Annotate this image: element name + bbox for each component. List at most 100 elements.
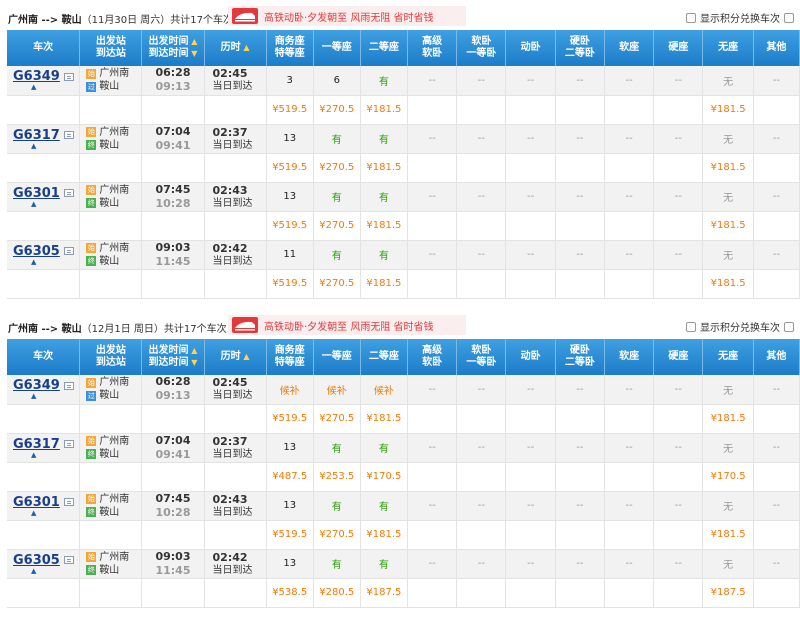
seat-availability[interactable]: 有 <box>360 240 408 270</box>
info-card-icon[interactable] <box>63 189 74 197</box>
info-card-icon[interactable] <box>63 381 74 390</box>
from-station: 广州南 <box>99 493 130 505</box>
arrival-time: 09:41 <box>155 447 191 461</box>
seat-availability[interactable]: 有 <box>313 491 361 521</box>
seat-availability[interactable]: 候补 <box>266 375 314 405</box>
seat-price <box>653 578 704 608</box>
expand-up-icon[interactable]: ▲ <box>31 509 79 517</box>
seat-price <box>555 404 605 434</box>
seat-availability[interactable]: 3 <box>266 66 314 96</box>
expand-up-icon[interactable]: ▲ <box>31 451 79 459</box>
seat-availability[interactable]: 有 <box>313 433 361 463</box>
info-card-icon[interactable] <box>63 498 74 506</box>
seat-availability[interactable]: 有 <box>313 182 361 212</box>
expand-up-icon[interactable]: ▲ <box>31 142 79 150</box>
sort-down-icon[interactable]: ▼ <box>189 358 197 367</box>
sort-up-icon[interactable]: ▲ <box>189 37 197 46</box>
info-card-icon[interactable] <box>63 247 74 255</box>
info-card-icon[interactable] <box>63 131 74 139</box>
seat-availability: -- <box>555 124 605 154</box>
train-table: 车次 出发站 到达站 出发时间 ▲ 到达时间 ▼ 历时 ▲ 商务座 特等座 一等座 二等座 高级 软卧… <box>7 30 800 299</box>
checkbox-right[interactable] <box>784 12 794 23</box>
price-spacer <box>204 462 267 492</box>
seat-availability[interactable]: 有 <box>313 240 361 270</box>
seat-availability[interactable]: 有 <box>360 491 408 521</box>
expand-up-icon[interactable]: ▲ <box>31 258 79 266</box>
train-no-link[interactable]: G6349 <box>13 69 60 84</box>
column-header[interactable]: 历时 ▲ <box>204 339 267 375</box>
train-no-link[interactable]: G6305 <box>13 553 60 568</box>
column-header[interactable]: 历时 ▲ <box>204 30 267 66</box>
train-no-link[interactable]: G6305 <box>13 244 60 259</box>
seat-availability[interactable]: 候补 <box>360 375 408 405</box>
checkbox-left[interactable] <box>686 12 696 23</box>
sort-down-icon[interactable]: ▼ <box>189 49 197 58</box>
seat-availability[interactable]: 11 <box>266 240 314 270</box>
train-no-link[interactable]: G6301 <box>13 186 60 201</box>
promo-banner[interactable]: 高铁动卧·夕发朝至 风雨无阻 省时省钱 <box>228 315 466 335</box>
column-header[interactable]: 出发时间 ▲ 到达时间 ▼ <box>141 30 205 66</box>
seat-availability[interactable]: 13 <box>266 549 314 579</box>
promo-banner[interactable]: 高铁动卧·夕发朝至 风雨无阻 省时省钱 <box>228 6 466 26</box>
info-card-icon[interactable] <box>63 556 74 564</box>
points-toggle[interactable]: 显示积分兑换车次 <box>686 10 794 25</box>
seat-price <box>753 211 800 241</box>
seat-availability[interactable]: 有 <box>313 549 361 579</box>
checkbox-right[interactable] <box>784 321 794 332</box>
seat-price: ¥181.5 <box>360 269 408 299</box>
seat-availability[interactable]: 有 <box>360 182 408 212</box>
expand-up-icon[interactable]: ▲ <box>31 200 79 208</box>
seat-availability[interactable]: 13 <box>266 491 314 521</box>
seat-availability[interactable]: 有 <box>360 66 408 96</box>
train-row: G6317 ▲ 始广州南终鞍山 07:04 09:41 02:37 当日到达 13 有有 -- --… <box>7 433 800 463</box>
seat-availability[interactable]: 13 <box>266 124 314 154</box>
seat-availability[interactable]: 候补 <box>313 375 361 405</box>
seat-price <box>407 462 458 492</box>
header-text: 动卧 <box>520 351 541 362</box>
checkbox-left[interactable] <box>686 321 696 332</box>
seat-price <box>505 95 556 125</box>
column-header[interactable]: 出发时间 ▲ 到达时间 ▼ <box>141 339 205 375</box>
column-header[interactable]: 出发站 到达站 <box>79 30 143 66</box>
points-toggle[interactable]: 显示积分兑换车次 <box>686 319 794 334</box>
seat-availability[interactable]: 13 <box>266 433 314 463</box>
price-spacer <box>141 520 205 550</box>
seat-availability: -- <box>407 491 458 521</box>
duration: 02:43 <box>212 492 248 506</box>
train-no-link[interactable]: G6301 <box>13 495 60 510</box>
sort-up-icon[interactable]: ▲ <box>241 43 249 52</box>
sort-up-icon[interactable]: ▲ <box>189 346 197 355</box>
table-header-row: 车次 出发站 到达站 出发时间 ▲ 到达时间 ▼ 历时 ▲ 商务座 特等座 一等座 二等座 高级 软卧… <box>7 30 800 66</box>
column-header[interactable]: 出发站 到达站 <box>79 339 143 375</box>
seat-availability: -- <box>555 491 605 521</box>
expand-up-icon[interactable]: ▲ <box>31 84 79 91</box>
price-spacer <box>141 211 205 241</box>
train-no-link[interactable]: G6317 <box>13 128 60 143</box>
promo-text: 高铁动卧·夕发朝至 风雨无阻 省时省钱 <box>264 321 434 333</box>
seat-availability[interactable]: 有 <box>360 549 408 579</box>
seat-availability[interactable]: 6 <box>313 66 361 96</box>
expand-up-icon[interactable]: ▲ <box>31 393 79 400</box>
price-row: ¥519.5 ¥270.5 ¥181.5 ¥181.5 <box>7 153 800 183</box>
seat-price: ¥519.5 <box>266 153 314 183</box>
info-card-icon[interactable] <box>63 72 74 81</box>
seat-availability[interactable]: 13 <box>266 182 314 212</box>
sort-up-icon[interactable]: ▲ <box>241 352 249 361</box>
price-spacer <box>141 95 205 125</box>
train-no-link[interactable]: G6317 <box>13 437 60 452</box>
info-card-icon[interactable] <box>63 440 74 448</box>
seat-availability[interactable]: 有 <box>313 124 361 154</box>
seat-availability[interactable]: 有 <box>360 433 408 463</box>
seat-price <box>653 404 704 434</box>
header-text: 软座 <box>619 351 640 362</box>
expand-up-icon[interactable]: ▲ <box>31 567 79 575</box>
to-station-row: 过鞍山 <box>86 389 141 402</box>
seat-availability: -- <box>604 182 655 212</box>
train-no-link[interactable]: G6349 <box>13 378 60 393</box>
seat-availability: -- <box>456 240 507 270</box>
header-text: 历时 <box>220 42 241 53</box>
header-text: 二等卧 <box>564 48 595 59</box>
train-no-cell: G6317 ▲ <box>7 124 81 154</box>
seat-availability: -- <box>456 182 507 212</box>
seat-availability[interactable]: 有 <box>360 124 408 154</box>
